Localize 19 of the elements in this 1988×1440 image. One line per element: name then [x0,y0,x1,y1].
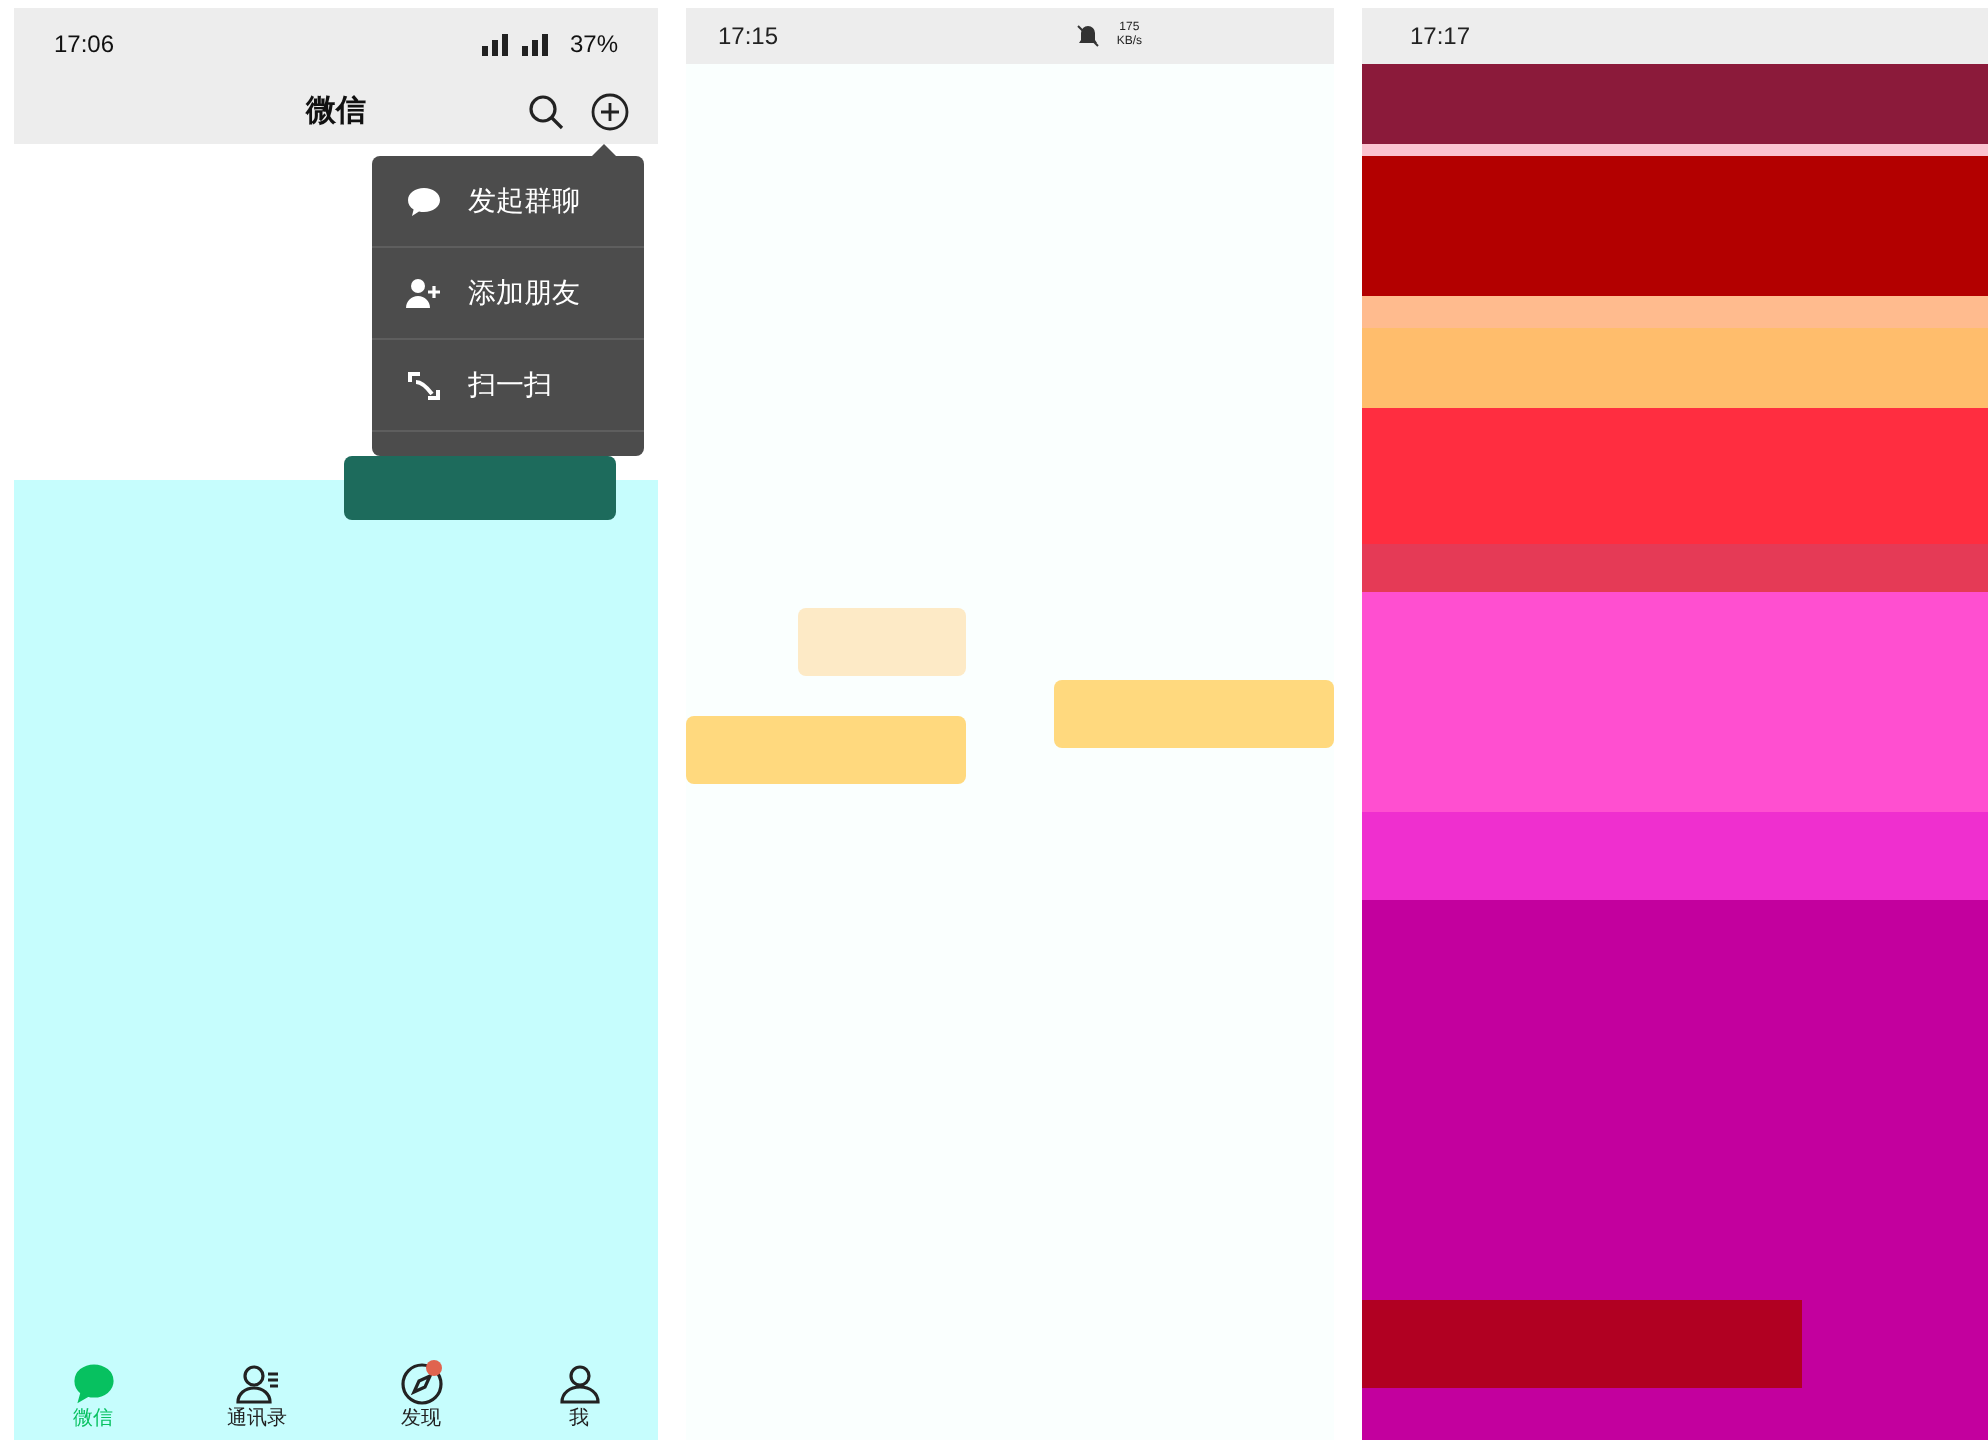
bell-off-icon [1076,24,1101,48]
clock-text: 17:17 [1410,20,1471,54]
tab[interactable]: 发现 [397,1359,445,1433]
battery-text: 37% [569,28,618,62]
clock-text: 17:06 [54,28,115,62]
person-list-icon [233,1359,281,1408]
tab[interactable]: 通讯录 [227,1359,287,1433]
search-button[interactable] [526,92,566,132]
tab[interactable]: 我 [555,1359,603,1433]
compass-icon [397,1359,445,1408]
speech-bubble-icon [69,1359,117,1408]
add-person-icon [404,273,444,313]
add-button[interactable] [590,92,630,132]
menu-item[interactable]: 发起群聊 [372,156,644,248]
title-text: 微信 [306,91,366,132]
menu-item[interactable]: 扫一扫 [372,340,644,432]
menu-item[interactable]: 添加朋友 [372,248,644,340]
clock-text: 17:15 [718,20,779,54]
person-icon [555,1359,603,1408]
